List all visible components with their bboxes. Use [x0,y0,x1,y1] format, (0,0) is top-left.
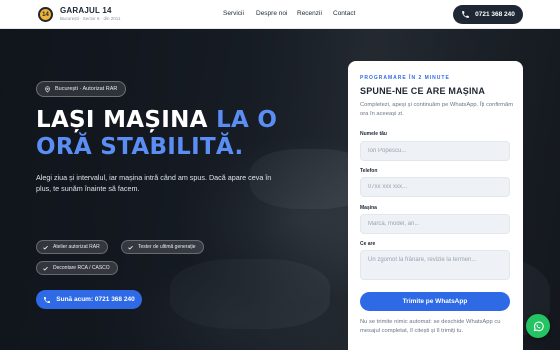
form-description: Completezi, apeși și continuăm pe WhatsA… [360,102,514,117]
heading-white-part: LAȘI MAȘINA [36,107,217,133]
hero-heading: LAȘI MAȘINA LA O ORĂ STABILITĂ. [36,107,277,161]
whatsapp-floating-button[interactable] [526,314,550,338]
nav-link-contact[interactable]: Contact [333,10,355,17]
brand-name[interactable]: GARAJUL 14 [60,6,112,15]
call-now-label: Sună acum: 0721 368 240 [56,296,135,303]
call-now-button[interactable]: Sună acum: 0721 368 240 [36,290,142,309]
header-phone-label: 0721 368 240 [475,11,515,18]
check-icon [43,266,48,271]
hero-lead: Alegi ziua și intervalul, iar mașina int… [36,173,272,193]
check-icon [43,245,48,250]
car-field[interactable] [360,214,510,234]
booking-form-card: PROGRAMARE ÎN 2 MINUTE SPUNE-NE CE ARE M… [348,61,523,350]
logo-badge[interactable]: 14 [38,7,53,22]
form-note: Nu se trimite nimic automat: se deschide… [360,319,501,334]
feature-chip-tester: Tester de ultimă generație [121,240,204,254]
nav-link-servicii[interactable]: Servicii [223,10,244,17]
car-field-label: Mașina [360,205,377,211]
issue-field-label: Ce are [360,241,376,247]
site-header: 14 GARAJUL 14 București · Sector 6 · din… [0,0,560,29]
header-phone-button[interactable]: 0721 368 240 [453,5,523,24]
name-field-label: Numele tău [360,131,387,137]
chip-label: Decontare RCA / CASCO [53,265,110,271]
form-title: SPUNE-NE CE ARE MAȘINA [360,86,486,96]
issue-field[interactable] [360,250,510,280]
nav-link-despre-noi[interactable]: Despre noi [256,10,287,17]
send-whatsapp-button[interactable]: Trimite pe WhatsApp [360,292,510,311]
chip-label: Tester de ultimă generație [138,244,196,250]
phone-icon [44,296,51,303]
name-field[interactable] [360,141,510,161]
feature-chip-rar: Atelier autorizat RAR [36,240,108,254]
chip-label: Atelier autorizat RAR [53,244,100,250]
phone-field[interactable] [360,177,510,197]
feature-chip-rca: Decontare RCA / CASCO [36,261,118,275]
check-icon [128,245,133,250]
map-pin-icon [45,85,50,93]
phone-icon [462,11,469,18]
location-badge: București · Autorizat RAR [36,81,127,97]
location-label: București · Autorizat RAR [55,86,118,92]
phone-field-label: Telefon [360,168,378,174]
form-eyebrow: PROGRAMARE ÎN 2 MINUTE [360,75,450,81]
heading-blue-line2: ORĂ STABILITĂ. [36,134,244,160]
nav-link-recenzii[interactable]: Recenzii [297,10,322,17]
brand-subtitle: București · Sector 6 · din 2011 [60,16,121,21]
whatsapp-icon [533,321,544,331]
heading-blue-part: LA O [216,107,278,133]
